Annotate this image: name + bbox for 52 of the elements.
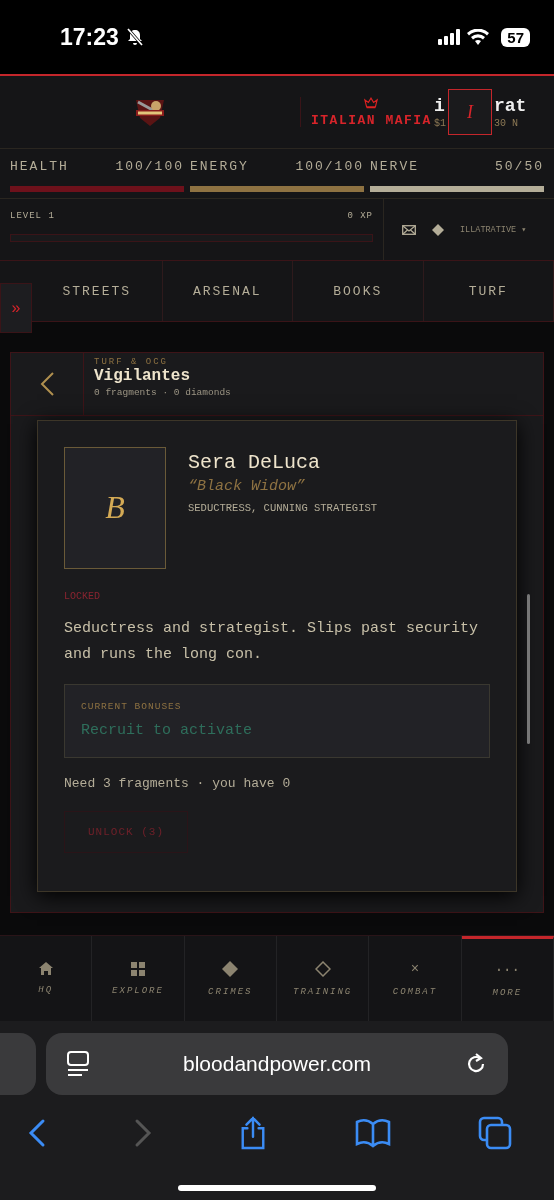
- section-label: TURF & OCG: [94, 356, 169, 367]
- stat-label: HEALTH: [10, 158, 69, 174]
- back-icon[interactable]: [28, 1118, 46, 1149]
- status-time: 17:23: [60, 23, 119, 51]
- stat-reading: 100/100: [295, 158, 364, 174]
- requirement-text: Need 3 fragments · you have 0: [64, 775, 292, 791]
- bookmarks-icon[interactable]: [354, 1118, 391, 1149]
- bell-off-icon: [124, 27, 145, 48]
- signal-icon: [437, 29, 462, 46]
- faction-name: ITALIAN MAFIA: [311, 113, 432, 129]
- nav-tab[interactable]: STREETS: [32, 261, 163, 321]
- bonus-value: Recruit to activate: [81, 721, 254, 739]
- diamond-icon: [222, 960, 239, 977]
- wifi-icon: [467, 29, 490, 46]
- home-icon: [38, 962, 53, 976]
- character-description: Seductress and strategist. Slips past security and runs the long con.: [64, 618, 480, 665]
- character-alias: “Black Widow”: [188, 477, 307, 495]
- status-label: LOCKED: [64, 590, 101, 602]
- nav-tab[interactable]: ARSENAL: [162, 261, 293, 321]
- avatar-button[interactable]: I: [447, 89, 492, 136]
- username: i: [433, 95, 446, 116]
- panel-subtitle: 0 fragments · 0 diamonds: [94, 386, 231, 398]
- back-icon[interactable]: [39, 370, 55, 397]
- portrait-initial: B: [105, 489, 125, 527]
- username: rat: [493, 95, 527, 116]
- grid-icon: [131, 961, 145, 976]
- address-bar[interactable]: bloodandpower.com: [46, 1033, 508, 1096]
- share-icon[interactable]: [239, 1116, 267, 1151]
- panel-title: Vigilantes: [94, 366, 191, 385]
- bonus-label: CURRENT BONUSES: [81, 700, 183, 712]
- stat-label: ENERGY: [190, 158, 249, 174]
- diamond-icon[interactable]: [432, 223, 444, 236]
- diamond-outline-icon: [314, 960, 331, 977]
- character-name: Sera DeLuca: [188, 450, 322, 474]
- xp-reading: 0 XP: [347, 210, 373, 221]
- tabs-icon[interactable]: [478, 1116, 512, 1151]
- battery-icon: 57: [501, 27, 530, 47]
- level-label: LEVEL 1: [10, 210, 55, 221]
- stat-reading: 100/100: [115, 158, 184, 174]
- character-traits: SEDUCTRESS, CUNNING STRATEGIST: [188, 501, 378, 514]
- url-text: bloodandpower.com: [182, 1052, 372, 1077]
- nav-tab[interactable]: TURF: [423, 261, 554, 321]
- nav-tab[interactable]: BOOKS: [293, 261, 424, 321]
- sidebar-toggle[interactable]: »: [0, 282, 32, 333]
- money: $1: [433, 117, 446, 129]
- reader-icon[interactable]: [66, 1051, 90, 1078]
- crown-icon: [364, 96, 379, 110]
- mail-icon[interactable]: [402, 224, 416, 235]
- account-menu[interactable]: ILLATRATIVE ▾: [460, 224, 527, 236]
- money: 30 N: [493, 117, 519, 129]
- stat-reading: 50/50: [495, 158, 544, 174]
- stat-label: NERVE: [370, 158, 419, 174]
